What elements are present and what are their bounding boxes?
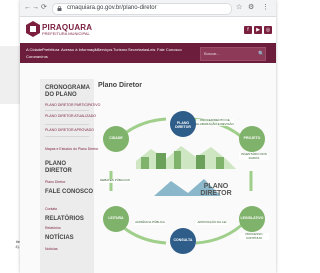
bookmark-icon[interactable]: ☆: [236, 4, 242, 12]
address-bar[interactable]: cmaquiara.go.gov.br/plano-diretor: [52, 3, 232, 15]
menu-icon[interactable]: ⋮: [262, 4, 269, 12]
nav-item-acesso[interactable]: Acesso à Informação: [61, 47, 99, 52]
main-nav: A Cidade Prefeitura Acesso à Informação …: [20, 43, 276, 63]
browser-window: ← → ⟳ cmaquiara.go.gov.br/plano-diretor …: [20, 0, 276, 273]
sidebar-link[interactable]: Contato: [45, 207, 57, 211]
step-circle-projeto[interactable]: PROJETO: [239, 126, 265, 152]
diagram-center-title: PLANO DIRETOR: [200, 183, 232, 197]
search-placeholder: Buscar...: [204, 51, 220, 56]
browser-toolbar: ← → ⟳ cmaquiara.go.gov.br/plano-diretor …: [20, 0, 276, 17]
sidebar-link[interactable]: PLANO DIRETOR PARTICIPATIVO: [45, 103, 100, 107]
nav-item-secretarias[interactable]: Secretarias: [128, 47, 148, 52]
sidebar-divider: [45, 110, 89, 111]
site-header: PIRAQUARA PREFEITURA MUNICIPAL f ▶ ◎: [20, 17, 276, 43]
sidebar-heading-noticias[interactable]: NOTÍCIAS: [45, 235, 74, 242]
left-note: ite 4).: [15, 239, 20, 249]
background-panel: [0, 46, 20, 104]
nav-item-prefeitura[interactable]: Prefeitura: [42, 47, 59, 52]
plano-diretor-diagram: CIDADE PLANO DIRETOR PROJETO LEITURA CON…: [96, 101, 271, 261]
lock-icon: [57, 6, 62, 11]
instagram-icon[interactable]: ◎: [264, 26, 272, 34]
sidebar-link[interactable]: Notícias: [45, 247, 58, 251]
nav-item-servicos[interactable]: Serviços: [97, 47, 112, 52]
page-content: CRONOGRAMA DO PLANO PLANO DIRETOR PARTIC…: [20, 63, 276, 273]
sidebar-link[interactable]: PLANO DIRETOR APROVADO: [45, 128, 94, 132]
sidebar-link[interactable]: Relatórios: [45, 226, 61, 230]
sidebar-divider: [45, 136, 89, 137]
sidebar-heading-relatorios[interactable]: RELATÓRIOS: [45, 216, 84, 223]
step-circle-plano[interactable]: PLANO DIRETOR: [170, 111, 196, 137]
diagram-label: PROCESSO CONTÍNUO: [239, 232, 269, 240]
search-input[interactable]: Buscar... 🔍: [200, 47, 266, 61]
logo-subtitle: PREFEITURA MUNICIPAL: [42, 31, 90, 36]
diagram-label: DEBATES PÚBLICOS: [99, 178, 131, 183]
step-circle-consulta[interactable]: CONSULTA: [170, 228, 196, 254]
extensions-icon[interactable]: ⚙: [248, 4, 254, 12]
sidebar-heading-cronograma[interactable]: CRONOGRAMA DO PLANO: [45, 85, 94, 99]
nav-item-turismo[interactable]: Turismo: [113, 47, 127, 52]
nav-item-fale-conosco[interactable]: Fale Conosco: [157, 47, 182, 52]
nav-item-leis[interactable]: Leis: [148, 47, 155, 52]
sidebar-heading-fale-conosco[interactable]: FALE CONOSCO: [45, 189, 93, 196]
youtube-icon[interactable]: ▶: [254, 26, 262, 34]
sidebar-link[interactable]: Plano Diretor: [45, 180, 65, 184]
step-circle-cidade[interactable]: CIDADE: [103, 126, 129, 152]
search-icon[interactable]: 🔍: [258, 51, 264, 57]
back-icon[interactable]: ←: [24, 4, 31, 12]
step-circle-leitura[interactable]: LEITURA: [103, 206, 129, 232]
sidebar-heading-plano-diretor[interactable]: PLANO DIRETOR: [45, 161, 94, 175]
background-page: ite 4).: [0, 0, 20, 273]
page-title: Plano Diretor: [98, 82, 142, 89]
diagram-label: AUDIÊNCIA PÚBLICA: [134, 220, 166, 225]
sidebar-divider: [45, 124, 89, 125]
sidebar: CRONOGRAMA DO PLANO PLANO DIRETOR PARTIC…: [40, 79, 100, 273]
logo-icon[interactable]: [26, 21, 40, 37]
url-text: cmaquiara.go.gov.br/plano-diretor: [67, 5, 157, 11]
reload-icon[interactable]: ⟳: [41, 4, 47, 12]
sidebar-link[interactable]: PLANO DIRETOR ATUALIZADO: [45, 114, 96, 118]
forward-icon[interactable]: →: [32, 4, 39, 12]
diagram-label: APROVAÇÃO DA LEI: [196, 220, 228, 225]
nav-item-coronavirus[interactable]: Coronavírus: [26, 54, 48, 59]
step-circle-legislativo[interactable]: LEGISLATIVO: [239, 206, 265, 232]
diagram-label: INVENTÁRIO DOS DADOS: [239, 152, 269, 160]
diagram-label: PROCEDIMENTO DE ELABORAÇÃO E REVISÃO: [196, 118, 234, 126]
nav-item-cidade[interactable]: A Cidade: [26, 47, 42, 52]
facebook-icon[interactable]: f: [244, 26, 252, 34]
sidebar-link[interactable]: Mapas e Estudos do Plano Diretor: [45, 147, 98, 151]
